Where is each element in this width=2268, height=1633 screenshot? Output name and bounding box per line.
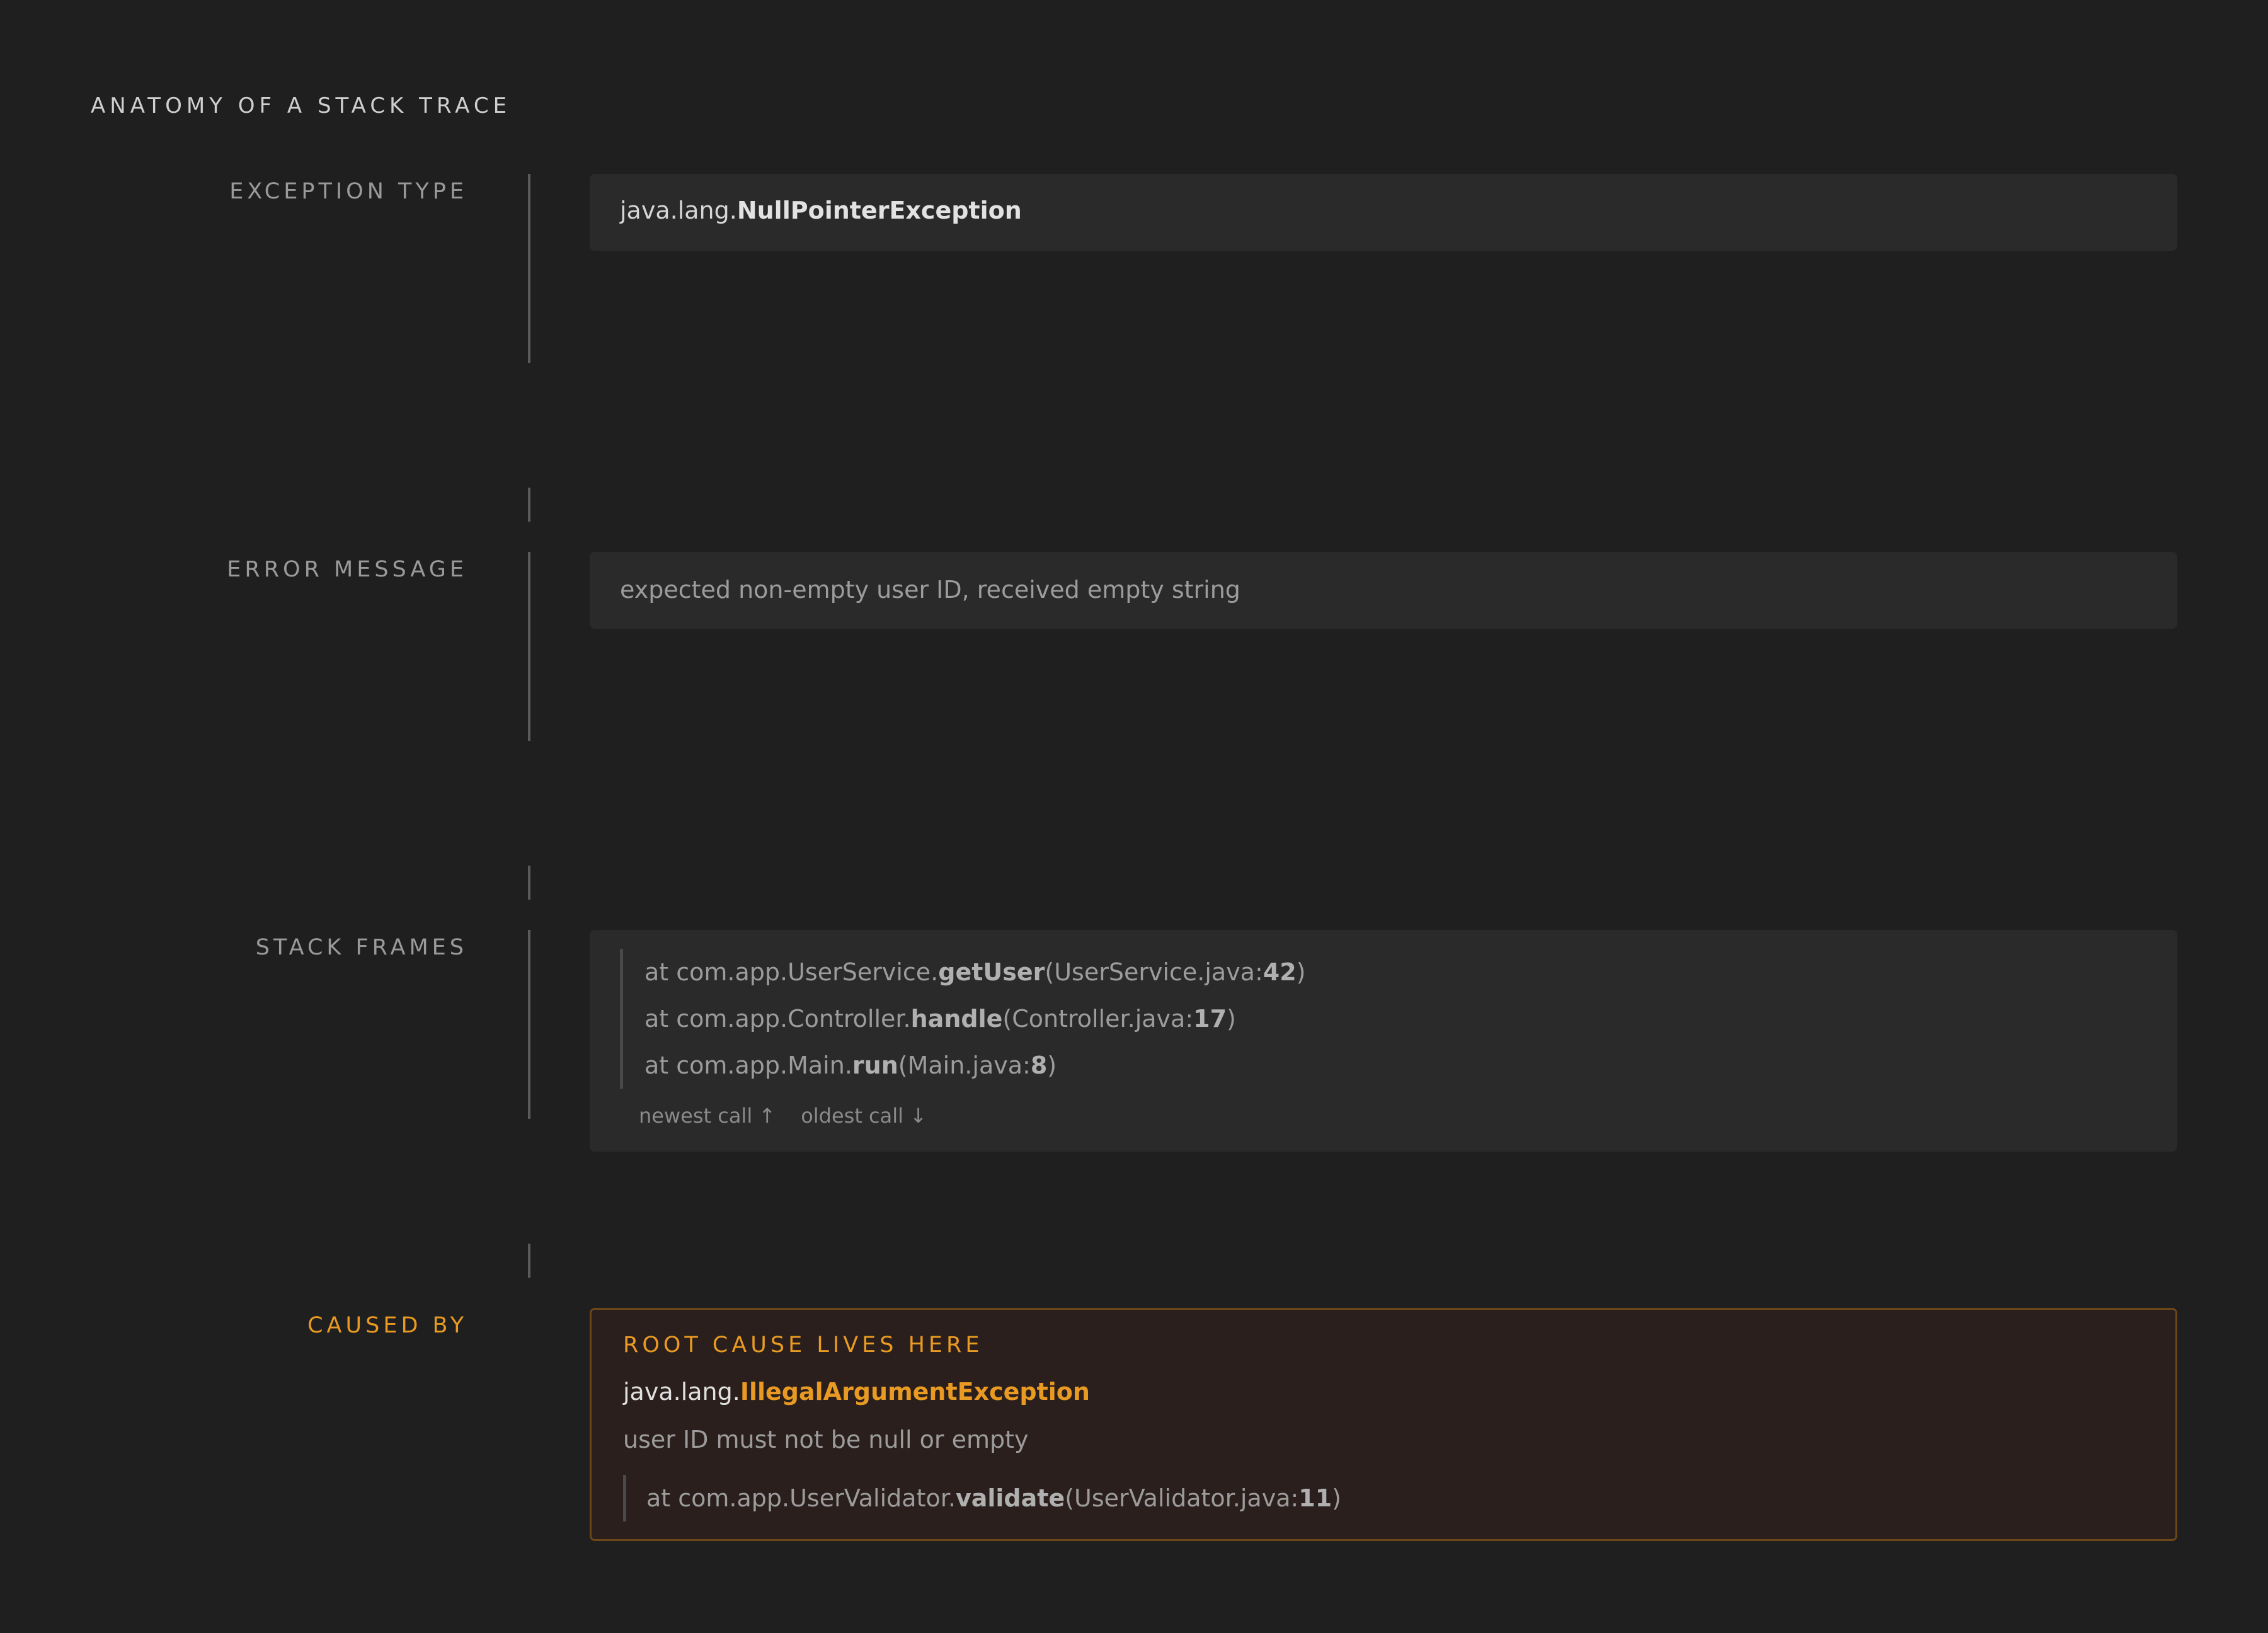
connector-tick-3 [528, 1244, 530, 1278]
label-stack-frames: STACK FRAMES [255, 935, 467, 960]
stack-frame: at com.app.Main.run(Main.java:8) [644, 1042, 1306, 1089]
connector-tick-1 [528, 488, 530, 522]
frame-file: (Controller.java: [1002, 1005, 1194, 1033]
frame-line-number: 11 [1298, 1484, 1332, 1512]
connector-line-error-message [528, 552, 530, 741]
frame-method: handle [910, 1005, 1003, 1033]
label-error-message: ERROR MESSAGE [227, 557, 467, 582]
cause-class-name: IllegalArgumentException [740, 1378, 1090, 1406]
frame-close: ) [1296, 958, 1306, 986]
frame-line-number: 42 [1263, 958, 1297, 986]
stack-frame: at com.app.UserService.getUser(UserServi… [644, 949, 1306, 995]
cause-package: java.lang. [623, 1378, 740, 1406]
label-exception-type: EXCEPTION TYPE [229, 179, 467, 204]
stack-frames-panel: at com.app.UserService.getUser(UserServi… [590, 930, 2177, 1152]
exception-type-text: java.lang.NullPointerException [620, 197, 1022, 224]
frame-file: (UserValidator.java: [1065, 1484, 1299, 1512]
diagram-title: ANATOMY OF A STACK TRACE [91, 93, 512, 118]
stack-frame: at com.app.Controller.handle(Controller.… [644, 995, 1306, 1042]
connector-tick-2 [528, 866, 530, 900]
error-message-text: expected non-empty user ID, received emp… [620, 576, 1240, 604]
frame-method: run [852, 1051, 898, 1079]
frame-close: ) [1047, 1051, 1057, 1079]
caused-by-panel: ROOT CAUSE LIVES HERE java.lang.IllegalA… [590, 1308, 2177, 1541]
frame-method: validate [955, 1484, 1065, 1512]
frame-file: (Main.java: [898, 1051, 1031, 1079]
frame-method: getUser [938, 958, 1045, 986]
hint-newest-call: newest call ↑ [639, 1104, 776, 1128]
label-caused-by: CAUSED BY [307, 1313, 467, 1338]
cause-message: user ID must not be null or empty [623, 1426, 1029, 1453]
frame-close: ) [1227, 1005, 1236, 1033]
frame-prefix: at com.app.UserService. [644, 958, 939, 986]
error-message-panel: expected non-empty user ID, received emp… [590, 552, 2177, 629]
hint-oldest-call: oldest call ↓ [801, 1104, 927, 1128]
frame-prefix: at com.app.Controller. [644, 1005, 911, 1033]
connector-line-stack-frames [528, 930, 530, 1119]
stack-frame-list: at com.app.UserService.getUser(UserServi… [620, 949, 1306, 1089]
frame-order-hints: newest call ↑ oldest call ↓ [639, 1104, 952, 1128]
cause-exception-type: java.lang.IllegalArgumentException [623, 1378, 1090, 1406]
connector-line-exception-type [528, 174, 530, 363]
frame-file: (UserService.java: [1045, 958, 1263, 986]
frame-prefix: at com.app.Main. [644, 1051, 852, 1079]
frame-close: ) [1332, 1484, 1341, 1512]
exception-type-panel: java.lang.NullPointerException [590, 174, 2177, 251]
root-cause-heading: ROOT CAUSE LIVES HERE [623, 1332, 983, 1358]
cause-stack-frame: at com.app.UserValidator.validate(UserVa… [623, 1475, 1341, 1521]
frame-line-number: 17 [1193, 1005, 1227, 1033]
exception-class-name: NullPointerException [736, 197, 1022, 224]
frame-prefix: at com.app.UserValidator. [646, 1484, 956, 1512]
exception-package: java.lang. [620, 197, 737, 224]
frame-line-number: 8 [1030, 1051, 1048, 1079]
